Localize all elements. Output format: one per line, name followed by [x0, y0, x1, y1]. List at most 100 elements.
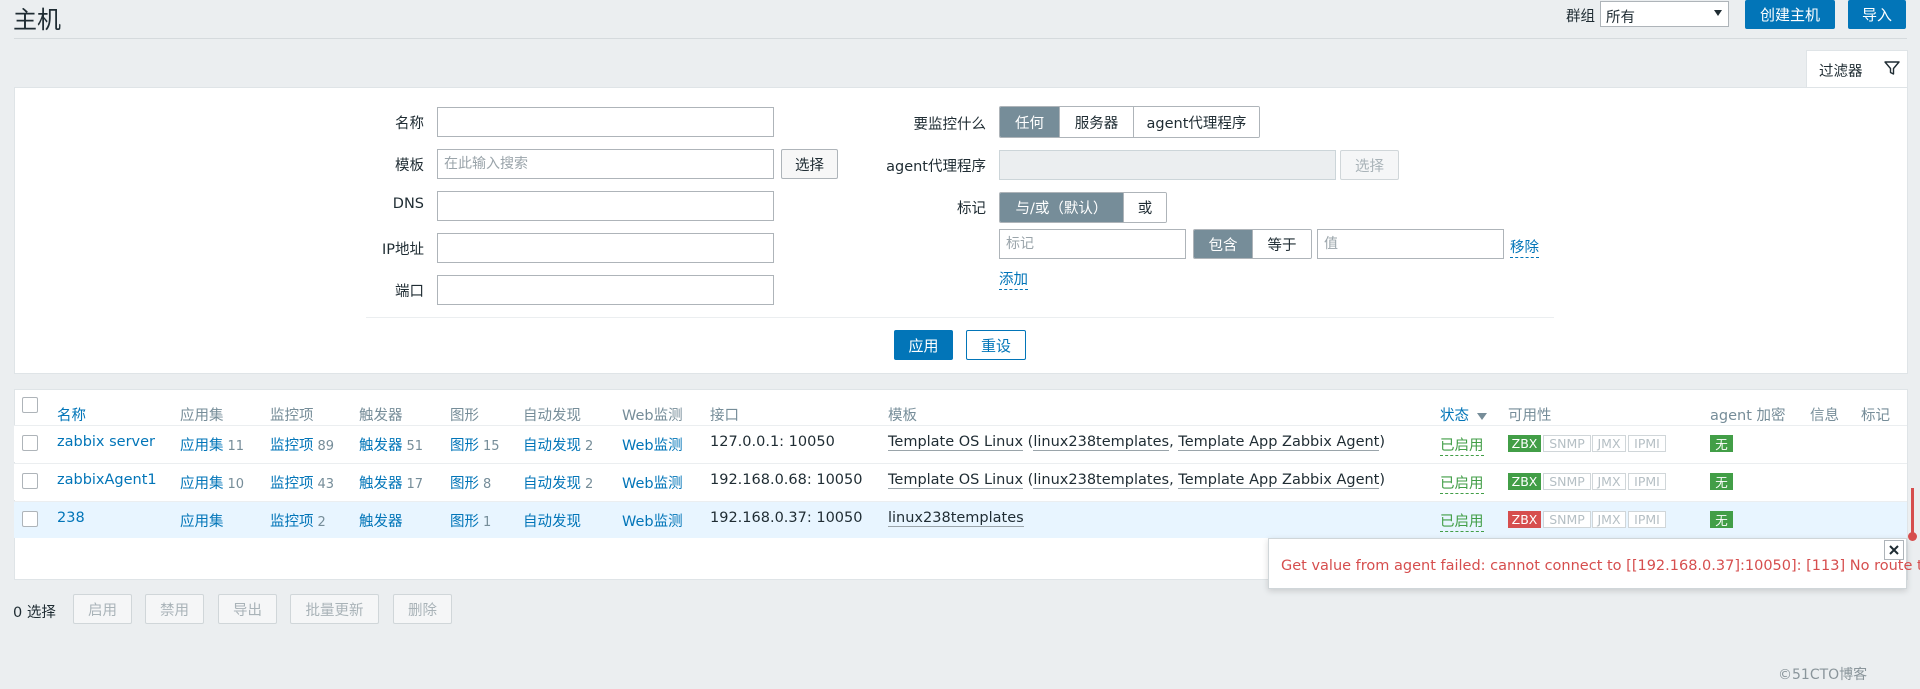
template-link[interactable]: Template App Zabbix Agent [1178, 472, 1380, 489]
snmp-badge: SNMP [1543, 473, 1591, 490]
row-checkbox[interactable] [22, 511, 38, 527]
close-icon[interactable] [1884, 540, 1904, 560]
tag-value-input[interactable] [1317, 229, 1504, 259]
apps-count: 10 [227, 477, 245, 492]
scroll-indicator[interactable] [1911, 488, 1914, 538]
tags-mode-and-or[interactable]: 与/或（默认） [1000, 193, 1123, 222]
tag-op-equals[interactable]: 等于 [1252, 230, 1311, 258]
encryption-badge: 无 [1710, 473, 1733, 490]
triggers-cell: 触发器 51 [359, 434, 423, 455]
tag-add-link[interactable]: 添加 [999, 268, 1028, 290]
tag-remove-link[interactable]: 移除 [1510, 236, 1539, 258]
tag-op-contains[interactable]: 包含 [1194, 230, 1252, 258]
items-count: 43 [317, 477, 335, 492]
graphs-link[interactable]: 图形 [450, 514, 479, 530]
discovery-link[interactable]: 自动发现 [523, 438, 581, 454]
tag-input[interactable] [999, 229, 1186, 259]
items-cell: 监控项 2 [270, 510, 326, 531]
triggers-cell: 触发器 17 [359, 472, 423, 493]
create-host-button[interactable]: 创建主机 [1745, 0, 1835, 29]
host-name-link[interactable]: 238 [57, 510, 85, 526]
filter-template-label: 模板 [395, 158, 424, 174]
error-message: Get value from agent failed: cannot conn… [1281, 558, 1920, 574]
template-separator: , [1169, 472, 1179, 488]
items-link[interactable]: 监控项 [270, 438, 314, 454]
discovery-cell: 自动发现 2 [523, 434, 593, 455]
items-link[interactable]: 监控项 [270, 476, 314, 492]
funnel-icon [1884, 61, 1900, 75]
apply-button[interactable]: 应用 [894, 330, 953, 360]
triggers-link[interactable]: 触发器 [359, 438, 403, 454]
template-link[interactable]: Template OS Linux [888, 434, 1024, 451]
monitor-option-any[interactable]: 任何 [1000, 107, 1059, 137]
row-checkbox[interactable] [22, 435, 38, 451]
monitor-segmented-control: 任何 服务器 agent代理程序 [999, 106, 1260, 138]
delete-button: 删除 [393, 594, 452, 624]
status-toggle[interactable]: 已启用 [1440, 510, 1484, 532]
th-discovery: 自动发现 [523, 408, 581, 424]
triggers-link[interactable]: 触发器 [359, 476, 403, 492]
tags-mode-or[interactable]: 或 [1123, 193, 1166, 222]
status-toggle[interactable]: 已启用 [1440, 472, 1484, 494]
tag-operator-control: 包含 等于 [1193, 229, 1312, 259]
header-divider [14, 38, 1907, 39]
select-all-checkbox[interactable] [22, 397, 38, 413]
filter-tab-label: 过滤器 [1819, 64, 1863, 80]
proxy-select-button: 选择 [1340, 150, 1399, 180]
discovery-link[interactable]: 自动发现 [523, 476, 581, 492]
th-interface: 接口 [710, 408, 739, 424]
ipmi-badge: IPMI [1628, 435, 1666, 452]
apps-link[interactable]: 应用集 [180, 476, 224, 492]
web-link[interactable]: Web监测 [622, 472, 683, 493]
ipmi-badge: IPMI [1628, 511, 1666, 528]
th-web: Web监测 [622, 408, 683, 424]
apps-link[interactable]: 应用集 [180, 510, 224, 531]
template-link[interactable]: linux238templates [1033, 472, 1170, 489]
template-link[interactable]: Template OS Linux [888, 472, 1024, 489]
monitor-option-server[interactable]: 服务器 [1059, 107, 1133, 137]
proxy-input [999, 150, 1336, 180]
jmx-badge: JMX [1592, 473, 1626, 490]
snmp-badge: SNMP [1543, 435, 1591, 452]
items-link[interactable]: 监控项 [270, 514, 314, 530]
filter-name-label: 名称 [395, 116, 424, 132]
interface-cell: 127.0.0.1: 10050 [710, 434, 835, 450]
triggers-link[interactable]: 触发器 [359, 510, 403, 531]
web-link[interactable]: Web监测 [622, 510, 683, 531]
monitor-option-proxy[interactable]: agent代理程序 [1133, 107, 1259, 137]
watermark: ©51CTO博客 [1778, 667, 1868, 683]
dns-input[interactable] [437, 191, 774, 221]
reset-button[interactable]: 重设 [966, 330, 1026, 360]
jmx-badge: JMX [1592, 435, 1626, 452]
host-name-link[interactable]: zabbixAgent1 [57, 472, 157, 488]
import-button[interactable]: 导入 [1848, 0, 1906, 29]
snmp-badge: SNMP [1543, 511, 1591, 528]
zbx-badge: ZBX [1508, 435, 1541, 452]
filter-tab[interactable]: 过滤器 [1806, 50, 1908, 88]
host-name-link[interactable]: zabbix server [57, 434, 155, 450]
ip-input[interactable] [437, 233, 774, 263]
scroll-indicator-dot [1908, 532, 1917, 541]
graphs-cell: 图形 1 [450, 510, 491, 531]
graphs-link[interactable]: 图形 [450, 438, 479, 454]
web-link[interactable]: Web监测 [622, 434, 683, 455]
th-status[interactable]: 状态 [1440, 404, 1487, 425]
group-select[interactable]: 所有 [1600, 1, 1729, 27]
discovery-link[interactable]: 自动发现 [523, 510, 581, 531]
template-link[interactable]: linux238templates [888, 510, 1024, 527]
th-name[interactable]: 名称 [57, 404, 86, 425]
name-input[interactable] [437, 107, 774, 137]
template-select-button[interactable]: 选择 [781, 149, 838, 179]
discovery-cell: 自动发现 2 [523, 472, 593, 493]
zbx-badge-error[interactable]: ZBX [1508, 511, 1541, 528]
disable-button: 禁用 [145, 594, 204, 624]
template-link[interactable]: linux238templates [1033, 434, 1170, 451]
port-input[interactable] [437, 275, 774, 305]
graphs-link[interactable]: 图形 [450, 476, 479, 492]
template-search-input[interactable] [437, 149, 774, 179]
row-checkbox[interactable] [22, 473, 38, 489]
apps-link[interactable]: 应用集 [180, 438, 224, 454]
tags-label: 标记 [957, 201, 986, 217]
template-link[interactable]: Template App Zabbix Agent [1178, 434, 1380, 451]
status-toggle[interactable]: 已启用 [1440, 434, 1484, 456]
